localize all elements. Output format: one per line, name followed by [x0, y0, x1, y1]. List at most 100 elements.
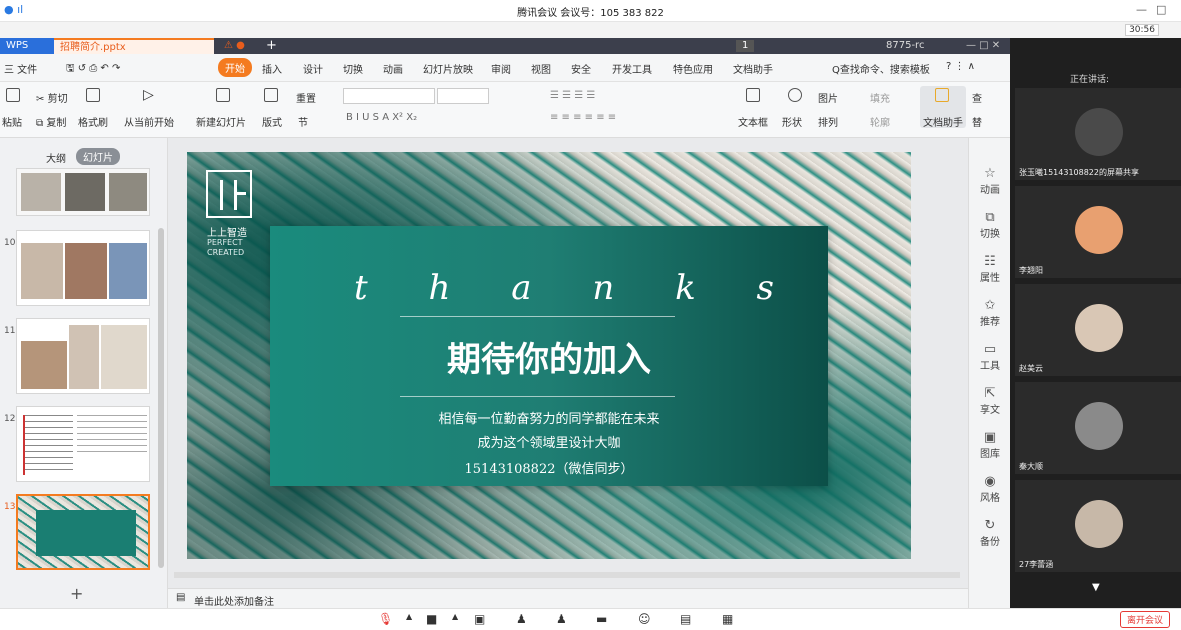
text-format-icons[interactable]: B I U S A X² X₂ — [346, 112, 417, 123]
camera-options-icon[interactable]: ▲ — [452, 612, 458, 621]
share-screen-icon[interactable]: ▣ — [474, 612, 485, 626]
document-icon[interactable]: ▤ — [680, 612, 691, 626]
leave-meeting-button[interactable]: 离开会议 — [1120, 611, 1171, 628]
side-share[interactable]: ⇱ 享文 — [969, 386, 1010, 416]
from-current-button[interactable]: 从当前开始 — [124, 114, 174, 129]
mic-options-icon[interactable]: ▲ — [406, 612, 412, 621]
side-style[interactable]: ◉ 风格 — [969, 474, 1010, 504]
new-slide-icon[interactable] — [216, 88, 230, 102]
thumb-photo — [21, 341, 67, 389]
section-button[interactable]: 节 — [298, 114, 308, 129]
doc-helper-button[interactable]: 文档助手 — [923, 114, 963, 129]
menu-slideshow[interactable]: 幻灯片放映 — [423, 61, 473, 76]
textbox-icon[interactable] — [746, 88, 760, 102]
new-tab-button[interactable]: + — [260, 38, 283, 54]
textbox-button[interactable]: 文本框 — [738, 114, 768, 129]
new-slide-button[interactable]: 新建幻灯片 — [196, 114, 246, 129]
cut-button[interactable]: ✂ 剪切 — [36, 90, 68, 105]
arrange-button[interactable]: 排列 — [818, 114, 838, 129]
participant-tile-2[interactable]: 李翘阳 — [1015, 186, 1181, 278]
meeting-title: 腾讯会议 会议号：105 383 822 — [517, 8, 664, 19]
wps-window-controls[interactable]: — □ ✕ — [960, 38, 1006, 54]
copy-button[interactable]: ⧉ 复制 — [36, 114, 66, 129]
menu-design[interactable]: 设计 — [303, 61, 323, 76]
menu-insert[interactable]: 插入 — [262, 61, 282, 76]
slide-thumb-13-selected[interactable] — [16, 494, 150, 570]
menu-start[interactable]: 开始 — [218, 58, 252, 77]
play-icon[interactable]: ▷ — [143, 87, 154, 103]
paste-icon[interactable] — [6, 88, 20, 102]
slide-thumb-9[interactable] — [16, 168, 150, 216]
menu-features[interactable]: 特色应用 — [673, 61, 713, 76]
file-tab[interactable]: 招聘简介.pptx — [54, 38, 214, 54]
account-label[interactable]: 8775-rc — [880, 38, 930, 54]
mute-mic-icon[interactable]: 🎙 — [378, 612, 393, 626]
thumb-panel — [36, 510, 136, 556]
side-properties[interactable]: ☷ 属性 — [969, 254, 1010, 284]
participant-tile-5[interactable]: 27李蕾涵 — [1015, 480, 1181, 572]
outline-button[interactable]: 轮廓 — [870, 114, 890, 129]
style-icon: ◉ — [984, 474, 996, 489]
fill-button[interactable]: 填充 — [870, 90, 890, 105]
format-painter-icon[interactable] — [86, 88, 100, 102]
side-backup[interactable]: ↻ 备份 — [969, 518, 1010, 548]
menu-transition[interactable]: 切换 — [343, 61, 363, 76]
slides-scrollbar[interactable] — [158, 228, 164, 568]
menu-doc-helper[interactable]: 文档助手 — [733, 61, 773, 76]
find-button[interactable]: 查 — [972, 90, 982, 105]
logo-bar — [234, 180, 237, 210]
menu-developer[interactable]: 开发工具 — [612, 61, 652, 76]
align-icons[interactable]: ≡ ≡ ≡ ≡ ≡ ≡ — [550, 112, 616, 123]
menu-security[interactable]: 安全 — [571, 61, 591, 76]
notes-placeholder[interactable]: 单击此处添加备注 — [194, 593, 274, 608]
camera-off-icon[interactable]: ■ — [426, 612, 437, 626]
participant-tile-3[interactable]: 赵美云 — [1015, 284, 1181, 376]
minimize-icon[interactable]: — — [1136, 3, 1147, 16]
horizontal-scrollbar[interactable] — [174, 572, 960, 578]
slide-number-13: 13 — [4, 502, 16, 512]
add-slide-button[interactable]: + — [70, 584, 83, 603]
signal-icon: ● ıl — [4, 3, 24, 16]
picture-button[interactable]: 图片 — [818, 90, 838, 105]
shape-button[interactable]: 形状 — [782, 114, 802, 129]
tab-outline[interactable]: 大纲 — [46, 150, 66, 165]
tab-slides[interactable]: 幻灯片 — [76, 148, 120, 165]
avatar — [1075, 402, 1123, 450]
help-icon[interactable]: ? ⋮ ∧ — [946, 61, 975, 72]
emoji-icon[interactable]: ☺ — [638, 612, 651, 626]
wps-home-tab[interactable]: WPS — [0, 38, 54, 54]
shape-icon[interactable] — [788, 88, 802, 102]
replace-button[interactable]: 替 — [972, 114, 982, 129]
side-gallery[interactable]: ▣ 图库 — [969, 430, 1010, 460]
participant-tile-4[interactable]: 秦大顺 — [1015, 382, 1181, 474]
paragraph-icons[interactable]: ☰ ☰ ☰ ☰ — [550, 90, 595, 101]
command-search[interactable]: Q查找命令、搜索模板 — [832, 61, 930, 76]
side-recommend[interactable]: ✩ 推荐 — [969, 298, 1010, 328]
slide-thumb-10[interactable] — [16, 230, 150, 306]
layout-icon[interactable] — [264, 88, 278, 102]
chat-icon[interactable]: ▬ — [596, 612, 607, 626]
side-animation[interactable]: ☆ 动画 — [969, 166, 1010, 196]
slide-thumb-11[interactable] — [16, 318, 150, 394]
menu-animation[interactable]: 动画 — [383, 61, 403, 76]
side-transition[interactable]: ⧉ 切换 — [969, 210, 1010, 240]
slide-thumb-12[interactable] — [16, 406, 150, 482]
invite-icon[interactable]: ♟ — [516, 612, 527, 626]
format-painter-button[interactable]: 格式刷 — [78, 114, 108, 129]
font-size-select[interactable] — [437, 88, 489, 104]
paste-button[interactable]: 粘贴 — [2, 114, 22, 129]
layout-button[interactable]: 版式 — [262, 114, 282, 129]
font-name-select[interactable] — [343, 88, 435, 104]
restore-icon[interactable]: □ — [1156, 3, 1166, 16]
members-icon[interactable]: ♟ — [556, 612, 567, 626]
scroll-down-icon[interactable]: ▼ — [1092, 582, 1100, 593]
slide[interactable]: 上上智造 PERFECT CREATED t h a n k s 期待你的加入 … — [187, 152, 911, 559]
menu-file[interactable]: 三 文件 — [4, 61, 37, 76]
apps-icon[interactable]: ▦ — [722, 612, 733, 626]
participant-tile-1[interactable]: 张玉曦15143108822的屏幕共享 — [1015, 88, 1181, 180]
reset-button[interactable]: 重置 — [296, 90, 316, 105]
quick-access-icons[interactable]: 🖫 ↺ ⎙ ↶ ↷ — [66, 61, 120, 78]
menu-review[interactable]: 审阅 — [491, 61, 511, 76]
menu-view[interactable]: 视图 — [531, 61, 551, 76]
side-tools[interactable]: ▭ 工具 — [969, 342, 1010, 372]
